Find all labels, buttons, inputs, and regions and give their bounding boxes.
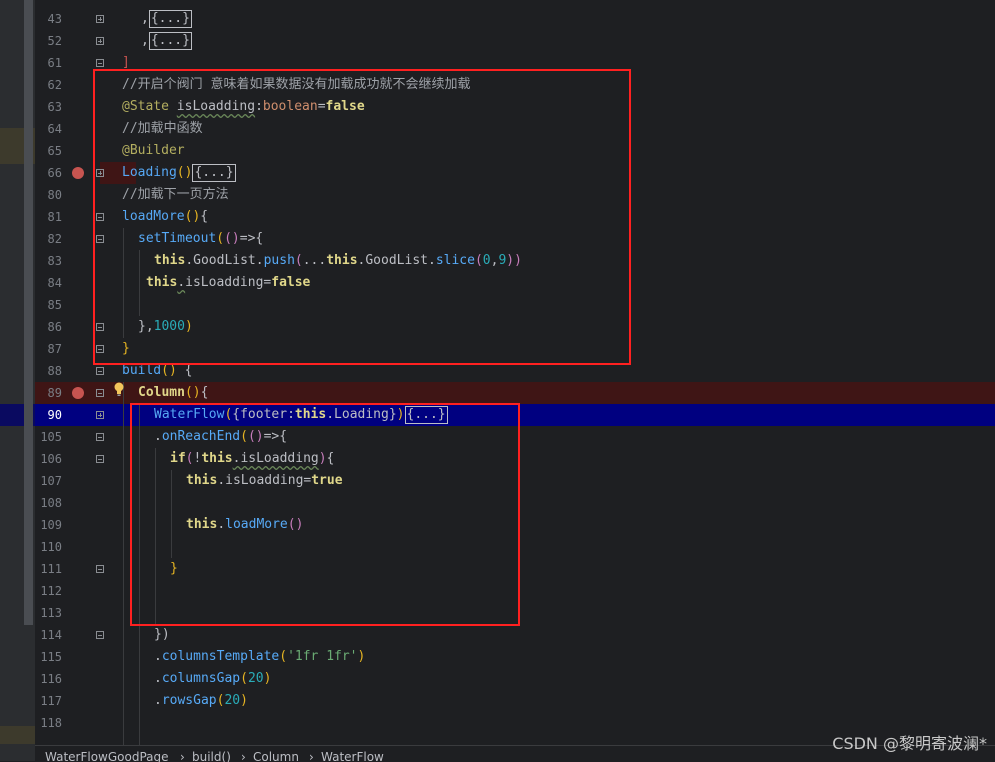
breakpoint-icon[interactable] [72, 167, 84, 179]
code-line[interactable]: , {...} [141, 8, 192, 30]
code-token: . [154, 693, 162, 708]
fold-collapse-icon[interactable] [96, 367, 104, 375]
line-number: 81 [47, 210, 62, 224]
highlight-box-state-and-loadmore [93, 69, 631, 365]
fold-collapse-icon[interactable] [96, 631, 104, 639]
lightbulb-icon[interactable] [114, 382, 124, 396]
code-token: ( [240, 671, 248, 686]
breadcrumb-item-build[interactable]: build() [192, 746, 231, 762]
highlight-box-onreachend [130, 403, 520, 626]
line-number: 62 [47, 78, 62, 92]
fold-collapse-icon[interactable] [96, 389, 104, 397]
code-token: ) [357, 649, 366, 664]
line-number: 118 [40, 716, 62, 730]
line-number: 64 [47, 122, 62, 136]
code-line[interactable]: Column(){ [138, 382, 208, 404]
line-number: 85 [47, 298, 62, 312]
fold-expand-icon[interactable] [96, 37, 104, 45]
breadcrumb-separator: › [309, 750, 314, 762]
fold-collapse-icon[interactable] [96, 433, 104, 441]
fold-collapse-icon[interactable] [96, 59, 104, 67]
line-number: 90 [47, 408, 62, 422]
line-number: 87 [47, 342, 62, 356]
line-number: 116 [40, 672, 62, 686]
code-token: columnsTemplate [161, 649, 280, 664]
breadcrumb-separator: › [241, 750, 246, 762]
code-token: '1fr 1fr' [287, 649, 358, 664]
folded-region[interactable]: {...} [148, 10, 192, 28]
code-line[interactable]: , {...} [141, 30, 192, 52]
line-number: 105 [40, 430, 62, 444]
line-number: 61 [47, 56, 62, 70]
line-number: 106 [40, 452, 62, 466]
code-token: . [154, 671, 162, 686]
breadcrumb-item-waterflow[interactable]: WaterFlow [321, 746, 384, 762]
code-token: 20 [224, 693, 241, 708]
code-token: Column [138, 385, 185, 400]
line-number: 114 [40, 628, 62, 642]
breadcrumb-item-column[interactable]: Column [253, 746, 299, 762]
line-number: 43 [47, 12, 62, 26]
fold-expand-icon[interactable] [96, 411, 104, 419]
code-token: , [141, 11, 149, 26]
line-number: 65 [47, 144, 62, 158]
code-token: build [122, 363, 162, 378]
code-token: . [154, 649, 162, 664]
code-token: ) [263, 671, 272, 686]
line-number: 115 [40, 650, 62, 664]
line-number: 84 [47, 276, 62, 290]
watermark: CSDN @黎明寄波澜* [832, 734, 987, 753]
fold-collapse-icon[interactable] [96, 455, 104, 463]
line-number: 112 [40, 584, 62, 598]
code-token: rowsGap [161, 693, 217, 708]
fold-collapse-icon[interactable] [96, 565, 104, 573]
code-token: ] [122, 55, 130, 70]
code-token: { [200, 385, 209, 400]
code-token: { [184, 363, 193, 378]
fold-expand-icon[interactable] [96, 15, 104, 23]
code-line[interactable]: }) [154, 624, 170, 646]
line-number: 109 [40, 518, 62, 532]
code-token: }) [154, 627, 170, 642]
code-line[interactable]: .rowsGap(20) [154, 690, 248, 712]
code-token: ) [240, 693, 248, 708]
folded-region[interactable]: {...} [148, 32, 192, 50]
code-token: ( [279, 649, 288, 664]
line-number: 80 [47, 188, 62, 202]
line-number: 107 [40, 474, 62, 488]
line-number: 88 [47, 364, 62, 378]
line-number: 108 [40, 496, 62, 510]
breadcrumb-item-file[interactable]: WaterFlowGoodPage [45, 746, 169, 762]
breakpoint-icon[interactable] [72, 387, 84, 399]
line-number: 66 [47, 166, 62, 180]
code-token: columnsGap [161, 671, 241, 686]
line-number: 111 [40, 562, 62, 576]
line-number: 113 [40, 606, 62, 620]
line-number: 83 [47, 254, 62, 268]
breadcrumb-separator: › [180, 750, 185, 762]
line-number: 110 [40, 540, 62, 554]
code-token: () [184, 385, 201, 400]
code-token: , [141, 33, 149, 48]
line-number: 86 [47, 320, 62, 334]
code-token: () [161, 363, 185, 378]
line-number: 82 [47, 232, 62, 246]
line-number: 117 [40, 694, 62, 708]
line-number: 63 [47, 100, 62, 114]
code-line[interactable]: .columnsTemplate('1fr 1fr') [154, 646, 365, 668]
code-token: 20 [247, 671, 264, 686]
line-number: 52 [47, 34, 62, 48]
code-line[interactable]: .columnsGap(20) [154, 668, 271, 690]
line-number: 89 [47, 386, 62, 400]
